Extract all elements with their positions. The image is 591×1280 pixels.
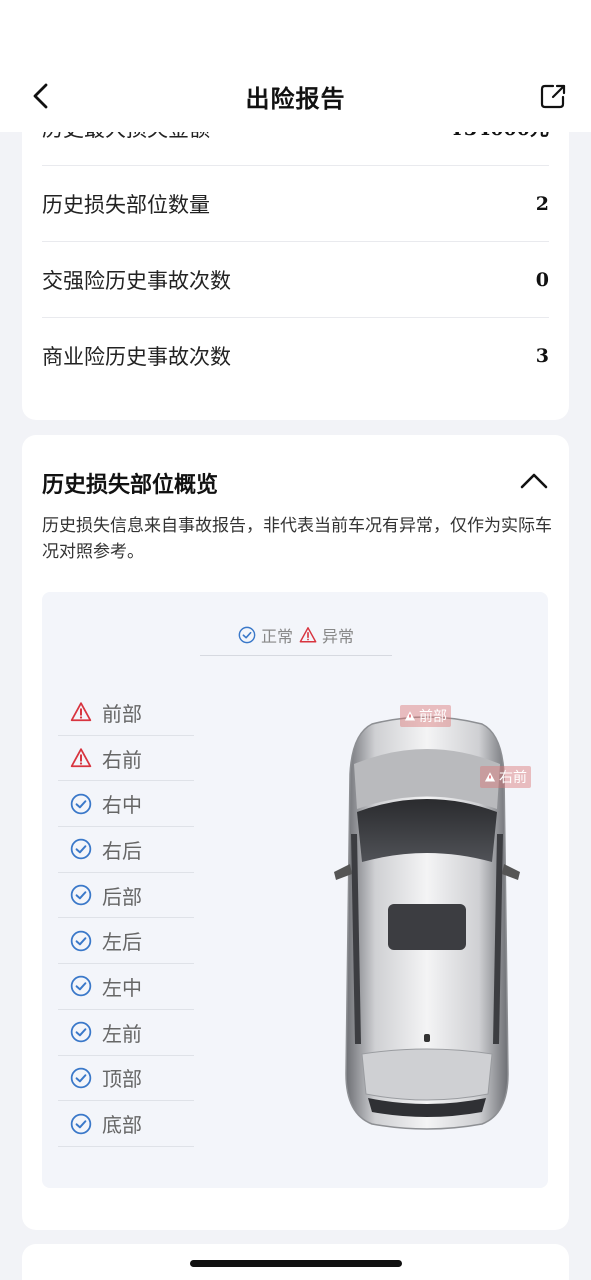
page-title: 出险报告 xyxy=(245,84,346,113)
legend: 正常 异常 xyxy=(200,614,392,656)
car-tag-front: 前部 xyxy=(400,705,451,727)
check-circle-icon xyxy=(70,930,92,952)
legend-normal-label: 正常 xyxy=(260,626,293,646)
part-item[interactable]: 前部 xyxy=(58,690,194,736)
legend-abnormal: 异常 xyxy=(299,623,354,647)
part-item[interactable]: 右前 xyxy=(58,736,194,782)
check-circle-icon xyxy=(70,976,92,997)
warning-icon xyxy=(484,772,496,782)
share-icon[interactable] xyxy=(539,82,567,110)
part-label: 后部 xyxy=(102,884,142,909)
part-label: 前部 xyxy=(102,701,142,726)
check-circle-icon xyxy=(70,793,92,814)
part-label: 右后 xyxy=(102,838,142,863)
summary-label: 交强险历史事故次数 xyxy=(42,268,231,293)
part-item[interactable]: 右中 xyxy=(58,781,194,828)
part-label: 右中 xyxy=(102,793,142,818)
summary-value: 3 xyxy=(535,345,549,367)
part-item[interactable]: 左前 xyxy=(58,1010,194,1056)
part-label: 左中 xyxy=(102,975,142,1000)
part-label: 右前 xyxy=(102,747,142,772)
home-indicator xyxy=(190,1260,402,1267)
warning-icon xyxy=(299,626,317,642)
status-bar xyxy=(0,0,591,60)
check-circle-icon xyxy=(70,839,92,860)
check-circle-icon xyxy=(238,626,256,643)
car-tag-label: 右前 xyxy=(499,770,527,786)
summary-value: 0 xyxy=(535,268,549,291)
part-item[interactable]: 底部 xyxy=(58,1101,194,1147)
check-circle-icon xyxy=(70,1067,92,1089)
summary-row-loss-parts: 历史损失部位数量 2 xyxy=(42,166,549,242)
warning-icon xyxy=(70,702,92,722)
part-label: 顶部 xyxy=(102,1067,142,1092)
loss-overview-card: 历史损失部位概览 历史损失信息来自事故报告，非代表当前车况有异常，仅作为实际车况… xyxy=(22,435,569,1230)
summary-label: 商业险历史事故次数 xyxy=(42,345,231,369)
section-description: 历史损失信息来自事故报告，非代表当前车况有异常，仅作为实际车况对照参考。 xyxy=(42,516,552,562)
part-item[interactable]: 右后 xyxy=(58,827,194,873)
summary-label: 历史损失部位数量 xyxy=(42,192,210,217)
part-label: 左前 xyxy=(102,1021,142,1046)
part-item[interactable]: 顶部 xyxy=(58,1056,194,1102)
warning-icon xyxy=(404,711,416,721)
legend-abnormal-label: 异常 xyxy=(322,626,355,646)
section-title: 历史损失部位概览 xyxy=(42,473,219,498)
damage-diagram: 正常 异常 前部 右前 右中 右后 后部 左后 左中 左前 顶部 底部 前部 右… xyxy=(42,592,548,1188)
part-item[interactable]: 左中 xyxy=(58,964,194,1010)
chevron-up-icon[interactable] xyxy=(519,469,549,493)
chevron-left-icon[interactable] xyxy=(26,80,58,112)
check-circle-icon xyxy=(70,884,92,906)
part-list: 前部右前右中右后后部左后左中左前顶部底部 xyxy=(58,690,194,1147)
part-label: 左后 xyxy=(102,930,142,955)
navigation-bar: 出险报告 xyxy=(0,60,591,132)
part-label: 底部 xyxy=(102,1113,142,1138)
car-tag-front-right: 右前 xyxy=(480,766,531,788)
summary-row-compulsory-accidents: 交强险历史事故次数 0 xyxy=(42,242,549,318)
check-circle-icon xyxy=(70,1113,92,1134)
legend-normal: 正常 xyxy=(238,623,293,647)
part-item[interactable]: 后部 xyxy=(58,873,194,919)
warning-icon xyxy=(70,748,92,768)
summary-value: 2 xyxy=(535,192,549,215)
car-tag-label: 前部 xyxy=(419,709,447,725)
check-circle-icon xyxy=(70,1021,92,1043)
part-item[interactable]: 左后 xyxy=(58,918,194,965)
summary-row-commercial-accidents: 商业险历史事故次数 3 xyxy=(42,318,549,394)
